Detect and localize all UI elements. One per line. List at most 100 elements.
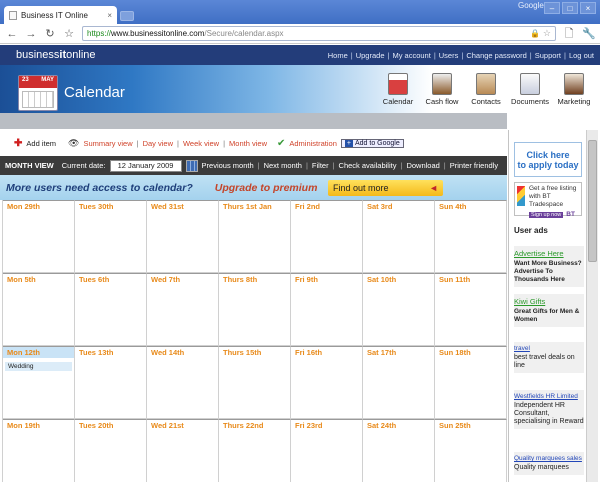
day-header[interactable]: Sat 24th (363, 420, 434, 431)
calendar-day-cell[interactable]: Thurs 8th (219, 273, 291, 346)
day-header[interactable]: Thurs 22nd (219, 420, 290, 431)
previous-month-link[interactable]: Previous month (202, 161, 254, 170)
day-header[interactable]: Thurs 15th (219, 347, 290, 358)
ad-title[interactable]: travel (514, 345, 584, 352)
calendar-day-cell[interactable]: Fri 9th (291, 273, 363, 346)
ad-title[interactable]: Advertise Here (514, 249, 584, 258)
scrollbar-thumb[interactable] (588, 140, 597, 262)
wrench-icon[interactable]: 🔧 (582, 28, 596, 40)
calendar-day-cell[interactable]: Thurs 15th (219, 346, 291, 419)
next-month-link[interactable]: Next month (264, 161, 302, 170)
top-link-home[interactable]: Home (328, 51, 348, 60)
day-header[interactable]: Sun 11th (435, 274, 506, 285)
calendar-day-cell[interactable]: Tues 6th (75, 273, 147, 346)
calendar-day-cell[interactable]: Sat 3rd (363, 200, 435, 273)
calendar-day-cell[interactable]: Fri 2nd (291, 200, 363, 273)
week-view-link[interactable]: Week view (183, 139, 219, 148)
close-window-button[interactable]: × (580, 2, 596, 14)
day-header[interactable]: Sun 4th (435, 201, 506, 212)
calendar-day-cell[interactable]: Mon 19th (3, 419, 75, 482)
day-header[interactable]: Sat 3rd (363, 201, 434, 212)
calendar-day-cell[interactable]: Sat 10th (363, 273, 435, 346)
add-item-link[interactable]: Add item (26, 139, 56, 148)
star-icon[interactable]: ☆ (63, 28, 75, 40)
ad-title[interactable]: Kiwi Gifts (514, 297, 584, 306)
calendar-day-cell[interactable]: Tues 30th (75, 200, 147, 273)
calendar-day-cell[interactable]: Tues 20th (75, 419, 147, 482)
calendar-day-cell[interactable]: Sun 25th (435, 419, 507, 482)
calendar-day-cell[interactable]: Sun 4th (435, 200, 507, 273)
day-header[interactable]: Wed 7th (147, 274, 218, 285)
calendar-day-cell[interactable]: Fri 16th (291, 346, 363, 419)
maximize-button[interactable]: □ (562, 2, 578, 14)
calendar-day-cell[interactable]: Wed 31st (147, 200, 219, 273)
back-icon[interactable]: ← (6, 28, 18, 40)
calendar-day-cell[interactable]: Tues 13th (75, 346, 147, 419)
day-view-link[interactable]: Day view (143, 139, 173, 148)
printer-friendly-link[interactable]: Printer friendly (450, 161, 498, 170)
current-date-field[interactable]: 12 January 2009 (109, 159, 182, 172)
day-header[interactable]: Fri 2nd (291, 201, 362, 212)
site-logo[interactable]: businessitonline (16, 49, 96, 61)
reload-icon[interactable]: ↻ (44, 28, 56, 40)
administration-link[interactable]: Administration (289, 139, 337, 148)
day-header[interactable]: Wed 21st (147, 420, 218, 431)
module-documents[interactable]: Documents (510, 73, 550, 106)
new-tab-button[interactable] (120, 11, 134, 21)
calendar-day-cell[interactable]: Fri 23rd (291, 419, 363, 482)
browser-tab[interactable]: Business IT Online × (4, 6, 117, 24)
check-availability-link[interactable]: Check availability (339, 161, 397, 170)
find-out-more-button[interactable]: Find out more ◄ (328, 179, 443, 196)
day-header[interactable]: Mon 12th (3, 347, 74, 358)
day-header[interactable]: Mon 29th (3, 201, 74, 212)
day-header[interactable]: Sun 25th (435, 420, 506, 431)
day-header[interactable]: Thurs 1st Jan (219, 201, 290, 212)
calendar-day-cell[interactable]: Mon 29th (3, 200, 75, 273)
day-header[interactable]: Sun 18th (435, 347, 506, 358)
calendar-day-cell[interactable]: Mon 5th (3, 273, 75, 346)
calendar-day-cell[interactable]: Sat 24th (363, 419, 435, 482)
day-header[interactable]: Fri 9th (291, 274, 362, 285)
close-tab-icon[interactable]: × (107, 11, 112, 20)
address-bar[interactable]: https://www.businessitonline.com/Secure/… (82, 26, 556, 41)
day-header[interactable]: Sat 10th (363, 274, 434, 285)
top-link-change-password[interactable]: Change password (466, 51, 526, 60)
top-link-upgrade[interactable]: Upgrade (356, 51, 385, 60)
calendar-day-cell[interactable]: Mon 12th Wedding (3, 346, 75, 419)
upgrade-premium-link[interactable]: Upgrade to premium (215, 182, 318, 194)
module-calendar[interactable]: Calendar (378, 73, 418, 106)
forward-icon[interactable]: → (25, 28, 37, 40)
day-header[interactable]: Mon 19th (3, 420, 74, 431)
ad-quality-marquees[interactable]: Quality marquees sales Quality marquees (514, 452, 584, 475)
apply-today-banner[interactable]: Click here to apply today (514, 142, 582, 177)
calendar-event[interactable]: Wedding (5, 362, 72, 371)
top-link-log-out[interactable]: Log out (569, 51, 594, 60)
day-header[interactable]: Tues 30th (75, 201, 146, 212)
filter-link[interactable]: Filter (312, 161, 329, 170)
ad-westfields-hr[interactable]: Westfields HR Limited Independent HR Con… (514, 390, 584, 429)
ad-kiwi-gifts[interactable]: Kiwi Gifts Great Gifts for Men & Women (514, 294, 584, 327)
ad-advertise-here[interactable]: Advertise Here Want More Business? Adver… (514, 246, 584, 287)
calendar-day-cell[interactable]: Sat 17th (363, 346, 435, 419)
day-header[interactable]: Wed 31st (147, 201, 218, 212)
ad-title[interactable]: Quality marquees sales (514, 455, 584, 462)
day-header[interactable]: Thurs 8th (219, 274, 290, 285)
calendar-day-cell[interactable]: Thurs 1st Jan (219, 200, 291, 273)
day-header[interactable]: Tues 20th (75, 420, 146, 431)
bt-tradespace-ad[interactable]: Get a free listing with BT Tradespace Si… (514, 182, 582, 218)
calendar-day-cell[interactable]: Wed 14th (147, 346, 219, 419)
module-marketing[interactable]: Marketing (554, 73, 594, 106)
day-header[interactable]: Tues 6th (75, 274, 146, 285)
summary-view-link[interactable]: Summary view (83, 139, 132, 148)
module-contacts[interactable]: Contacts (466, 73, 506, 106)
day-header[interactable]: Tues 13th (75, 347, 146, 358)
day-header[interactable]: Mon 5th (3, 274, 74, 285)
lock-icon[interactable]: 🔒 (530, 29, 540, 38)
day-header[interactable]: Sat 17th (363, 347, 434, 358)
day-header[interactable]: Wed 14th (147, 347, 218, 358)
date-picker-icon[interactable] (185, 159, 198, 172)
ad-travel[interactable]: travel best travel deals on line (514, 342, 584, 373)
download-link[interactable]: Download (406, 161, 439, 170)
calendar-day-cell[interactable]: Sun 18th (435, 346, 507, 419)
top-link-support[interactable]: Support (535, 51, 561, 60)
